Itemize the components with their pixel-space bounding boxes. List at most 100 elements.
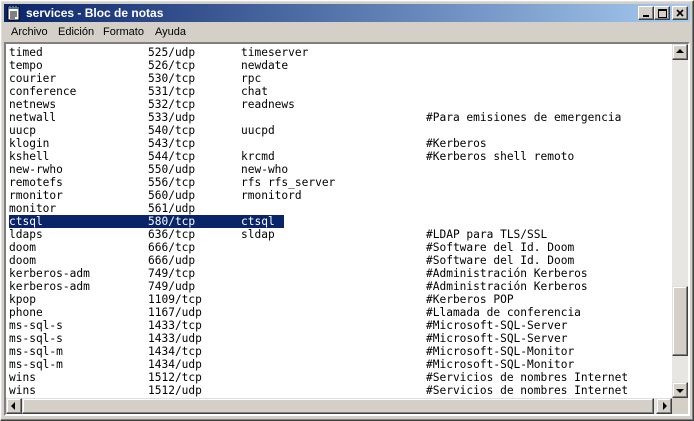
close-button[interactable]: [672, 6, 688, 20]
text-line[interactable]: monitor 561/udp: [9, 202, 672, 215]
service-alias: chat: [241, 85, 268, 98]
menu-edicion[interactable]: Edición: [58, 26, 94, 39]
port-protocol: 531/tcp: [148, 85, 196, 98]
scroll-up-button[interactable]: [672, 44, 688, 60]
text-line[interactable]: phone 1167/udp #Llamada de conferencia: [9, 306, 672, 319]
scroll-down-button[interactable]: [672, 382, 688, 398]
service-name: wins: [9, 371, 36, 384]
text-line[interactable]: wins 1512/udp #Servicios de nombres Intern…: [9, 384, 672, 397]
vertical-scrollbar[interactable]: [672, 44, 688, 398]
menu-formato[interactable]: Formato: [103, 26, 144, 39]
port-protocol: 580/tcp: [148, 215, 196, 228]
service-name: remotefs: [9, 176, 63, 189]
port-protocol: 666/udp: [148, 254, 196, 267]
text-line[interactable]: kerberos-adm 749/udp #Administración Kerbe…: [9, 280, 672, 293]
service-name: ms-sql-s: [9, 319, 63, 332]
scrollbar-corner: [672, 398, 688, 414]
service-comment: #Llamada de conferencia: [426, 306, 581, 319]
text-line[interactable]: wins 1512/tcp #Servicios de nombres Intern…: [9, 371, 672, 384]
text-line[interactable]: timed 525/udp timeserver: [9, 46, 672, 59]
menu-archivo[interactable]: Archivo: [11, 26, 48, 39]
text-line[interactable]: doom 666/udp #Software del Id. Doom: [9, 254, 672, 267]
port-protocol: 1433/tcp: [148, 319, 202, 332]
maximize-icon: [657, 9, 667, 18]
text-line[interactable]: new-rwho 550/udp new-who: [9, 163, 672, 176]
port-protocol: 543/tcp: [148, 137, 196, 150]
text-line[interactable]: kshell 544/tcp krcmd #Kerberos shell remoto: [9, 150, 672, 163]
service-alias: timeserver: [241, 46, 309, 59]
text-line[interactable]: ms-sql-m 1434/udp #Microsoft-SQL-Monitor: [9, 358, 672, 371]
text-line[interactable]: ms-sql-s 1433/tcp #Microsoft-SQL-Server: [9, 319, 672, 332]
port-protocol: 556/tcp: [148, 176, 196, 189]
text-line[interactable]: netwall 533/udp #Para emisiones de emergen…: [9, 111, 672, 124]
vertical-scroll-thumb[interactable]: [672, 286, 688, 356]
notepad-icon[interactable]: [7, 5, 21, 21]
port-protocol: 1512/tcp: [148, 371, 202, 384]
service-alias: readnews: [241, 98, 295, 111]
service-name: phone: [9, 306, 43, 319]
service-alias: rmonitord: [241, 189, 302, 202]
service-comment: #Microsoft-SQL-Monitor: [426, 345, 575, 358]
text-line[interactable]: conference 531/tcp chat: [9, 85, 672, 98]
notepad-window: services - Bloc de notas Archivo Edición…: [0, 0, 694, 421]
text-line[interactable]: remotefs 556/tcp rfs rfs_server: [9, 176, 672, 189]
service-alias: uucpd: [241, 124, 275, 137]
text-line[interactable]: courier 530/tcp rpc: [9, 72, 672, 85]
text-line[interactable]: klogin 543/tcp #Kerberos: [9, 137, 672, 150]
service-name: ms-sql-m: [9, 345, 63, 358]
text-line[interactable]: ctsql 580/tcp ctsql: [9, 215, 284, 228]
menu-bar: Archivo Edición Formato Ayuda: [4, 23, 690, 42]
arrow-down-icon: [676, 389, 684, 393]
arrow-left-icon: [11, 402, 15, 410]
horizontal-scroll-thumb[interactable]: [22, 398, 654, 414]
scroll-left-button[interactable]: [6, 398, 22, 414]
service-comment: #LDAP para TLS/SSL: [426, 228, 548, 241]
minimize-button[interactable]: [638, 6, 654, 20]
port-protocol: 525/udp: [148, 46, 196, 59]
service-comment: #Kerberos POP: [426, 293, 514, 306]
port-protocol: 1512/udp: [148, 384, 202, 397]
service-comment: #Administración Kerberos: [426, 280, 588, 293]
service-comment: #Microsoft-SQL-Server: [426, 332, 568, 345]
service-name: klogin: [9, 137, 50, 150]
port-protocol: 540/tcp: [148, 124, 196, 137]
text-line[interactable]: kerberos-adm 749/tcp #Administración Kerbe…: [9, 267, 672, 280]
port-protocol: 636/tcp: [148, 228, 196, 241]
service-alias: rfs rfs_server: [241, 176, 336, 189]
port-protocol: 1434/tcp: [148, 345, 202, 358]
service-comment: #Servicios de nombres Internet: [426, 371, 629, 384]
text-line[interactable]: netnews 532/tcp readnews: [9, 98, 672, 111]
horizontal-scrollbar[interactable]: [6, 398, 672, 414]
port-protocol: 749/udp: [148, 280, 196, 293]
text-content[interactable]: timed 525/udp timeserver tempo 526/tcp newdat…: [6, 44, 672, 398]
service-alias: new-who: [241, 163, 289, 176]
text-line[interactable]: kpop 1109/tcp #Kerberos POP: [9, 293, 672, 306]
service-name: tempo: [9, 59, 43, 72]
service-alias: sldap: [241, 228, 275, 241]
service-name: kerberos-adm: [9, 267, 90, 280]
text-line[interactable]: ms-sql-s 1433/udp #Microsoft-SQL-Server: [9, 332, 672, 345]
service-name: kerberos-adm: [9, 280, 90, 293]
title-bar[interactable]: services - Bloc de notas: [4, 4, 690, 22]
text-line[interactable]: doom 666/tcp #Software del Id. Doom: [9, 241, 672, 254]
text-line[interactable]: tempo 526/tcp newdate: [9, 59, 672, 72]
service-name: new-rwho: [9, 163, 63, 176]
service-comment: #Administración Kerberos: [426, 267, 588, 280]
port-protocol: 666/tcp: [148, 241, 196, 254]
port-protocol: 1434/udp: [148, 358, 202, 371]
service-comment: #Software del Id. Doom: [426, 254, 575, 267]
maximize-button[interactable]: [654, 6, 670, 20]
service-comment: #Kerberos shell remoto: [426, 150, 575, 163]
text-line[interactable]: ldaps 636/tcp sldap #LDAP para TLS/SSL: [9, 228, 672, 241]
close-icon: [676, 9, 684, 17]
service-alias: rpc: [241, 72, 262, 85]
service-name: kshell: [9, 150, 50, 163]
menu-ayuda[interactable]: Ayuda: [155, 26, 186, 39]
scroll-right-button[interactable]: [656, 398, 672, 414]
text-editor[interactable]: timed 525/udp timeserver tempo 526/tcp newdat…: [4, 42, 690, 416]
port-protocol: 532/tcp: [148, 98, 196, 111]
text-line[interactable]: rmonitor 560/udp rmonitord: [9, 189, 672, 202]
text-line[interactable]: uucp 540/tcp uucpd: [9, 124, 672, 137]
text-line[interactable]: ms-sql-m 1434/tcp #Microsoft-SQL-Monitor: [9, 345, 672, 358]
port-protocol: 1167/udp: [148, 306, 202, 319]
